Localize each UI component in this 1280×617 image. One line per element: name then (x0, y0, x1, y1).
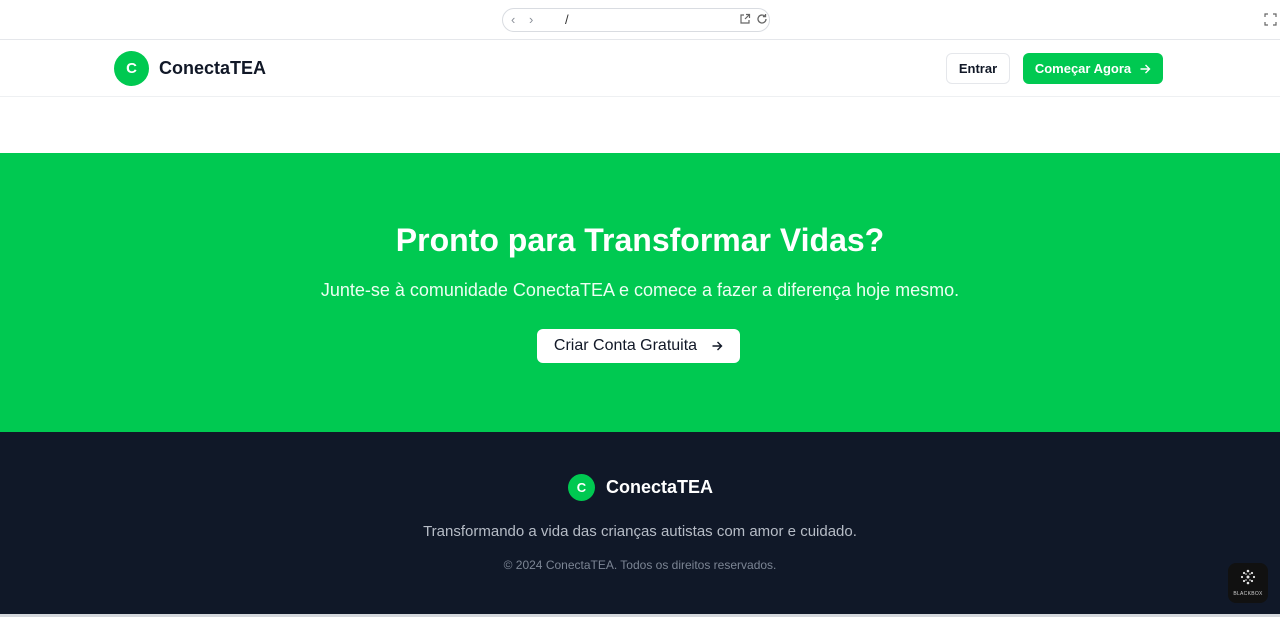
cta-subtitle: Junte-se à comunidade ConectaTEA e comec… (320, 280, 960, 300)
site-header: C ConectaTEA Entrar Começar Agora (0, 40, 1280, 97)
footer-logo-icon: C (568, 474, 595, 501)
browser-toolbar: ‹ › / (0, 0, 1280, 40)
brand-name[interactable]: ConectaTEA (159, 57, 266, 79)
fullscreen-icon[interactable] (1264, 13, 1277, 26)
reload-icon[interactable] (756, 13, 768, 25)
footer-tagline: Transformando a vida das crianças autist… (423, 523, 857, 540)
arrow-right-icon (712, 341, 723, 351)
address-bar[interactable]: ‹ › / (502, 8, 770, 32)
footer-copyright: © 2024 ConectaTEA. Todos os direitos res… (503, 558, 777, 572)
start-now-button[interactable]: Começar Agora (1023, 53, 1163, 84)
login-button-label: Entrar (958, 61, 998, 76)
create-account-button[interactable]: Criar Conta Gratuita (537, 329, 740, 363)
open-external-icon[interactable] (739, 13, 751, 25)
blackbox-widget[interactable]: BLACKBOX (1228, 563, 1268, 603)
forward-icon[interactable]: › (529, 12, 533, 28)
back-icon[interactable]: ‹ (511, 12, 515, 28)
blackbox-logo-icon (1240, 569, 1256, 585)
login-button[interactable]: Entrar (946, 53, 1010, 84)
site-footer: C ConectaTEA Transformando a vida das cr… (0, 432, 1280, 614)
start-now-button-label: Começar Agora (1034, 61, 1132, 76)
footer-brand-name: ConectaTEA (606, 477, 714, 497)
cta-title: Pronto para Transformar Vidas? (395, 222, 885, 258)
url-text[interactable]: / (565, 12, 569, 28)
create-account-button-label: Criar Conta Gratuita (553, 337, 698, 354)
cta-section: Pronto para Transformar Vidas? Junte-se … (0, 153, 1280, 432)
logo-icon[interactable]: C (114, 51, 149, 86)
arrow-right-icon (1140, 64, 1151, 73)
widget-label: BLACKBOX (1233, 591, 1263, 597)
